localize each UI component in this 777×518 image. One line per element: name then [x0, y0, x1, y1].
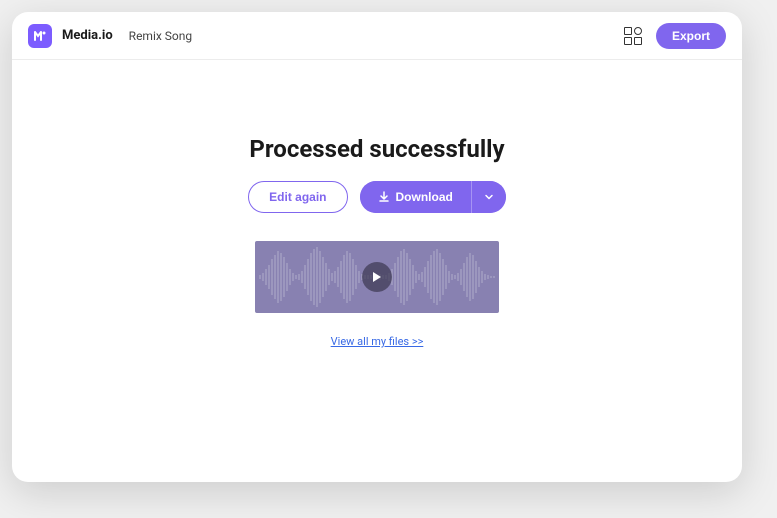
export-button[interactable]: Export [656, 23, 726, 49]
grid-apps-icon[interactable] [624, 27, 642, 45]
edit-again-button[interactable]: Edit again [248, 181, 347, 213]
download-button-group: Download [360, 181, 506, 213]
play-icon [372, 271, 382, 283]
download-label: Download [396, 190, 453, 204]
download-dropdown-button[interactable] [471, 181, 506, 213]
chevron-down-icon [484, 192, 494, 202]
main-content: Processed successfully Edit again Downlo… [12, 60, 742, 482]
audio-preview [255, 241, 499, 313]
header: Media.io Remix Song Export [12, 12, 742, 60]
header-right: Export [624, 23, 726, 49]
action-buttons: Edit again Download [248, 181, 506, 213]
play-button[interactable] [362, 262, 392, 292]
page-title: Processed successfully [249, 135, 504, 163]
download-button[interactable]: Download [360, 181, 471, 213]
app-window: Media.io Remix Song Export Processed suc… [12, 12, 742, 482]
download-icon [378, 191, 390, 203]
page-name: Remix Song [129, 29, 192, 43]
logo-icon [28, 24, 52, 48]
header-left: Media.io Remix Song [28, 24, 192, 48]
view-files-link[interactable]: View all my files >> [331, 335, 424, 348]
brand-name: Media.io [62, 28, 113, 43]
